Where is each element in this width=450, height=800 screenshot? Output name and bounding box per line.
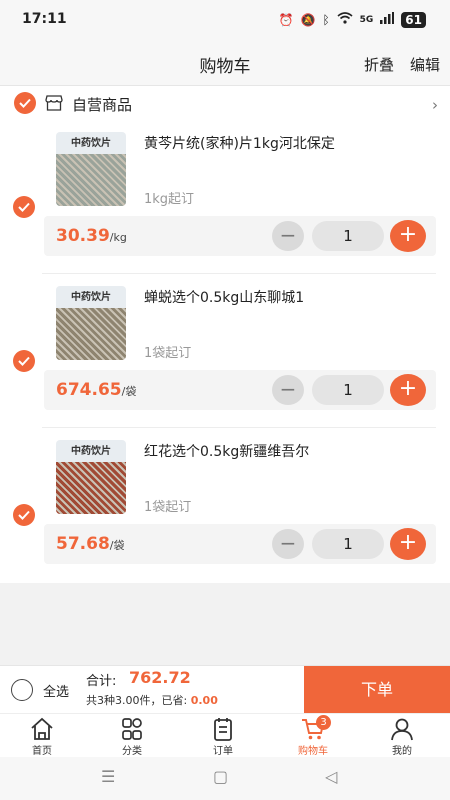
menu-icon[interactable]: ☰ [101,767,115,786]
price-row: 57.68/袋 − 1 + [44,524,436,564]
product-name[interactable]: 蝉蜕选个0.5kg山东聊城1 [144,289,304,307]
increase-button[interactable]: + [390,220,426,252]
place-order-button[interactable]: 下单 [304,666,450,714]
store-header[interactable]: 自营商品 › [0,86,450,122]
back-triangle-icon[interactable]: ◁ [325,767,337,786]
tab-cart[interactable]: 3 购物车 [283,715,343,757]
tab-home[interactable]: 首页 [12,717,72,757]
checkout-bar: 全选 合计: 762.72 共3种3.00件，已省: 0.00 下单 [0,665,450,714]
product-image-body [56,308,126,360]
network-label: 5G [359,15,374,25]
store-checkbox[interactable] [14,92,36,114]
total-value: 762.72 [129,668,191,687]
product-name[interactable]: 黄芩片统(家种)片1kg河北保定 [144,135,335,153]
alarm-icon: ⏰ [278,13,294,27]
min-order-text: 1kg起订 [144,192,195,207]
item-checkbox[interactable] [13,350,35,372]
product-image-label: 中药饮片 [71,446,111,457]
quantity-input[interactable]: 1 [312,375,384,405]
tab-label: 首页 [32,746,52,757]
decrease-button[interactable]: − [272,529,304,559]
category-icon [122,718,142,740]
divider [42,273,436,274]
product-image-body [56,154,126,206]
tab-label: 我的 [392,746,412,757]
decrease-button[interactable]: − [272,221,304,251]
min-order-text: 1袋起订 [144,500,192,515]
store-icon [45,95,63,115]
cart-item: 中药饮片 黄芩片统(家种)片1kg河北保定 1kg起订 30.39/kg − 1… [0,122,450,274]
product-image-label: 中药饮片 [71,292,111,303]
cart-item: 中药饮片 红花选个0.5kg新疆维吾尔 1袋起订 57.68/袋 − 1 + [0,430,450,582]
status-icons: ⏰ 🔕 ᛒ 5G 61 [279,12,426,28]
min-order-text: 1袋起订 [144,346,192,361]
select-all-label[interactable]: 全选 [43,681,69,700]
mute-icon: 🔕 [300,13,316,27]
status-bar: 17:11 ⏰ 🔕 ᛒ 5G 61 [0,0,450,40]
product-image-body [56,462,126,514]
store-name: 自营商品 [72,96,133,114]
price-unit: /袋 [121,385,137,398]
battery-icon: 61 [401,12,426,28]
tab-bar: 首页 分类 订单 3 购物车 我的 [0,713,450,757]
decrease-button[interactable]: − [272,375,304,405]
tab-label: 订单 [213,746,233,757]
product-price: 674.65/袋 [56,380,137,400]
product-image[interactable]: 中药饮片 [56,440,126,514]
price-unit: /袋 [109,539,125,552]
system-nav-bar: ☰ ▢ ◁ [0,757,450,800]
order-summary: 共3种3.00件，已省: 0.00 [86,692,218,708]
tab-orders[interactable]: 订单 [193,717,253,757]
increase-button[interactable]: + [390,528,426,560]
home-square-icon[interactable]: ▢ [213,767,228,786]
price-unit: /kg [109,231,127,244]
tab-category[interactable]: 分类 [102,717,162,757]
product-image-label: 中药饮片 [71,138,111,149]
price-row: 30.39/kg − 1 + [44,216,436,256]
edit-button[interactable]: 编辑 [410,54,440,75]
saved-value: 0.00 [190,694,218,707]
home-icon [31,717,53,740]
top-header: 购物车 折叠 编辑 [0,40,450,86]
divider [42,427,436,428]
select-all-radio[interactable] [11,679,33,701]
product-price: 30.39/kg [56,226,127,246]
total-label: 合计: [86,674,117,689]
product-price: 57.68/袋 [56,534,125,554]
cart-item: 中药饮片 蝉蜕选个0.5kg山东聊城1 1袋起订 674.65/袋 − 1 + [0,276,450,428]
signal-icon [380,12,395,28]
tab-label: 分类 [122,746,142,757]
order-icon [214,718,232,741]
product-image[interactable]: 中药饮片 [56,286,126,360]
increase-button[interactable]: + [390,374,426,406]
fold-button[interactable]: 折叠 [364,54,394,75]
quantity-input[interactable]: 1 [312,221,384,251]
cart-badge: 3 [316,715,331,730]
profile-icon [391,718,413,741]
item-checkbox[interactable] [13,504,35,526]
status-time: 17:11 [22,11,67,27]
item-checkbox[interactable] [13,196,35,218]
tab-profile[interactable]: 我的 [372,717,432,757]
summary-text: 共3种3.00件，已省: [86,694,188,707]
price-row: 674.65/袋 − 1 + [44,370,436,410]
wifi-icon [337,12,353,28]
product-image[interactable]: 中药饮片 [56,132,126,206]
cart-card: 自营商品 › 中药饮片 黄芩片统(家种)片1kg河北保定 1kg起订 30.39… [0,86,450,583]
tab-label: 购物车 [298,746,328,757]
product-name[interactable]: 红花选个0.5kg新疆维吾尔 [144,443,309,461]
bluetooth-icon: ᛒ [322,13,330,27]
quantity-input[interactable]: 1 [312,529,384,559]
chevron-right-icon[interactable]: › [432,96,438,114]
